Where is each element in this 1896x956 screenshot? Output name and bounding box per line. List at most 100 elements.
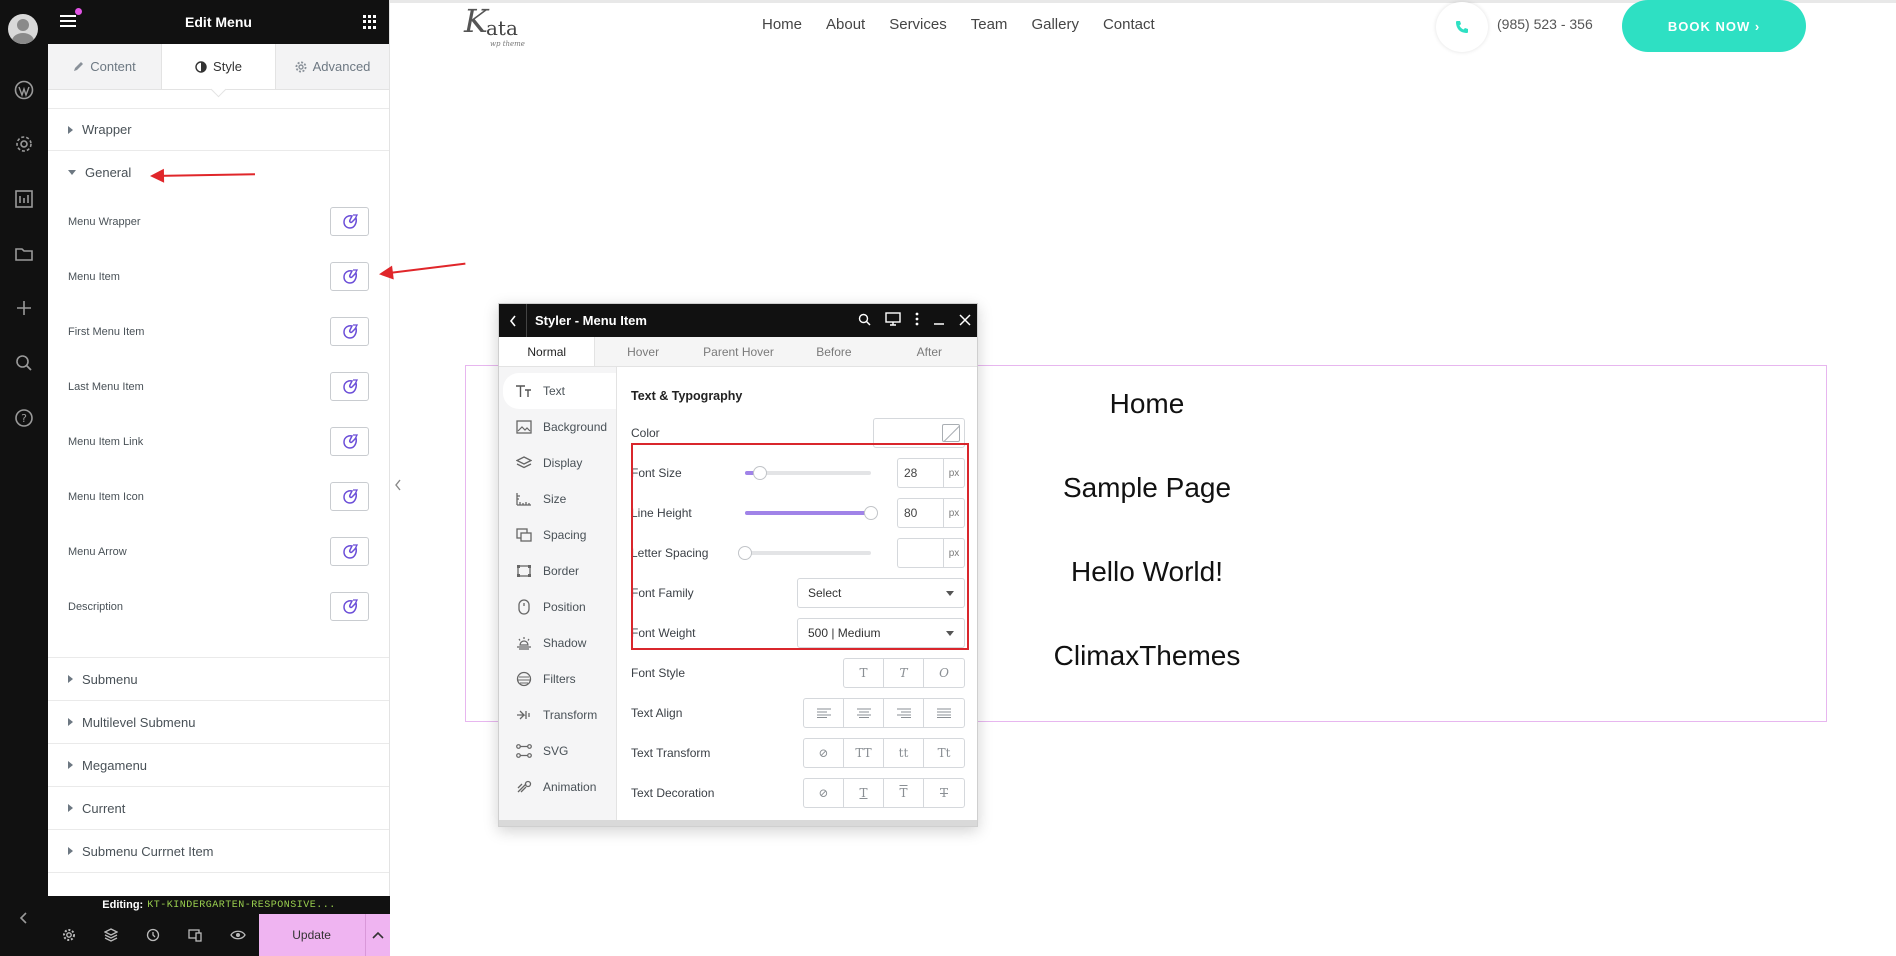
decoration-line-through-icon[interactable]: T (924, 779, 964, 807)
section-submenu-current-item[interactable]: Submenu Currnet Item (48, 830, 389, 873)
minimize-icon[interactable] (933, 311, 945, 330)
widgets-grid-icon[interactable] (363, 15, 377, 29)
styler-button[interactable] (330, 207, 369, 236)
font-style-italic-icon[interactable]: T (884, 659, 924, 687)
font-family-select[interactable]: Select (797, 578, 965, 608)
font-size-input[interactable] (897, 458, 943, 488)
update-options-chevron-up-icon[interactable] (364, 914, 391, 956)
sidebar-item-text[interactable]: Text (503, 373, 616, 409)
styler-button[interactable] (330, 317, 369, 346)
section-megamenu[interactable]: Megamenu (48, 744, 389, 787)
close-icon[interactable] (959, 311, 971, 330)
unit-label[interactable]: px (943, 458, 965, 488)
unit-label[interactable]: px (943, 498, 965, 528)
transform-lowercase-icon[interactable]: tt (884, 739, 924, 767)
section-general[interactable]: General (48, 151, 389, 194)
letter-spacing-slider[interactable] (738, 546, 871, 560)
font-style-normal-icon[interactable]: T (844, 659, 884, 687)
desktop-device-icon[interactable] (885, 311, 901, 330)
section-wrapper[interactable]: Wrapper (48, 108, 389, 151)
search-icon[interactable] (858, 311, 871, 330)
tab-advanced[interactable]: Advanced (276, 44, 389, 89)
responsive-mode-icon[interactable] (174, 928, 216, 942)
panel-collapse-handle[interactable] (390, 462, 406, 508)
font-style-oblique-icon[interactable]: O (924, 659, 964, 687)
tab-before[interactable]: Before (786, 337, 881, 366)
slider-handle[interactable] (864, 506, 878, 520)
nav-about[interactable]: About (826, 16, 865, 33)
elementor-kit-icon[interactable] (12, 187, 36, 211)
sidebar-item-background[interactable]: Background (499, 409, 616, 445)
transform-capitalize-icon[interactable]: Tt (924, 739, 964, 767)
align-justify-icon[interactable] (924, 699, 964, 727)
styler-button[interactable] (330, 537, 369, 566)
sidebar-item-size[interactable]: Size (499, 481, 616, 517)
hamburger-menu-icon[interactable] (60, 8, 82, 29)
plus-icon[interactable] (12, 296, 36, 320)
search-icon[interactable] (12, 351, 36, 375)
sidebar-item-filters[interactable]: Filters (499, 661, 616, 697)
styler-button[interactable] (330, 482, 369, 511)
more-vertical-icon[interactable] (915, 311, 919, 330)
tab-normal[interactable]: Normal (499, 337, 596, 366)
book-now-button[interactable]: BOOK NOW › (1622, 0, 1806, 52)
align-right-icon[interactable] (884, 699, 924, 727)
nav-team[interactable]: Team (971, 16, 1008, 33)
font-size-slider[interactable] (745, 466, 871, 480)
section-multilevel-submenu[interactable]: Multilevel Submenu (48, 701, 389, 744)
nav-home[interactable]: Home (762, 16, 802, 33)
settings-gear-icon[interactable] (12, 132, 36, 156)
tab-style[interactable]: Style (161, 44, 276, 89)
tab-content[interactable]: Content (48, 44, 161, 89)
phone-number[interactable]: (985) 523 - 356 (1497, 16, 1593, 32)
folder-icon[interactable] (12, 242, 36, 266)
color-picker[interactable] (873, 418, 965, 448)
tab-hover[interactable]: Hover (595, 337, 690, 366)
user-avatar[interactable] (8, 14, 38, 44)
history-icon[interactable] (132, 928, 174, 942)
sidebar-item-shadow[interactable]: Shadow (499, 625, 616, 661)
nav-gallery[interactable]: Gallery (1031, 16, 1079, 33)
decoration-overline-icon[interactable]: T (884, 779, 924, 807)
nav-services[interactable]: Services (889, 16, 947, 33)
sidebar-item-display[interactable]: Display (499, 445, 616, 481)
sidebar-item-position[interactable]: Position (499, 589, 616, 625)
sidebar-item-svg[interactable]: SVG (499, 733, 616, 769)
transform-uppercase-icon[interactable]: TT (844, 739, 884, 767)
unit-label[interactable]: px (943, 538, 965, 568)
decoration-underline-icon[interactable]: T (844, 779, 884, 807)
letter-spacing-input[interactable] (897, 538, 943, 568)
navigator-layers-icon[interactable] (90, 928, 132, 942)
styler-button[interactable] (330, 592, 369, 621)
section-current[interactable]: Current (48, 787, 389, 830)
section-submenu[interactable]: Submenu (48, 658, 389, 701)
align-center-icon[interactable] (844, 699, 884, 727)
slider-handle[interactable] (753, 466, 768, 480)
update-button[interactable]: Update (258, 914, 365, 956)
font-weight-select[interactable]: 500 | Medium (797, 618, 965, 648)
tab-after[interactable]: After (882, 337, 977, 366)
site-logo[interactable]: K ata wp theme (464, 2, 536, 50)
sidebar-item-border[interactable]: Border (499, 553, 616, 589)
editing-document-name[interactable]: KT-KINDERGARTEN-RESPONSIVE... (147, 900, 336, 911)
nav-contact[interactable]: Contact (1103, 16, 1155, 33)
tab-parent-hover[interactable]: Parent Hover (691, 337, 786, 366)
styler-button[interactable] (330, 262, 369, 291)
sidebar-item-spacing[interactable]: Spacing (499, 517, 616, 553)
styler-button[interactable] (330, 427, 369, 456)
back-chevron-icon[interactable] (499, 304, 527, 337)
wordpress-icon[interactable] (12, 78, 36, 102)
sidebar-item-transform[interactable]: Transform (499, 697, 616, 733)
align-left-icon[interactable] (804, 699, 844, 727)
styler-scrollbar[interactable] (499, 820, 977, 826)
line-height-input[interactable] (897, 498, 943, 528)
decoration-none-icon[interactable]: ⊘ (804, 779, 844, 807)
styler-button[interactable] (330, 372, 369, 401)
help-icon[interactable]: ? (12, 406, 36, 430)
line-height-slider[interactable] (745, 506, 878, 520)
slider-handle[interactable] (738, 546, 752, 560)
preview-eye-icon[interactable] (217, 929, 259, 941)
transform-none-icon[interactable]: ⊘ (804, 739, 844, 767)
footer-settings-icon[interactable] (48, 928, 90, 942)
collapse-left-icon[interactable] (12, 906, 36, 930)
